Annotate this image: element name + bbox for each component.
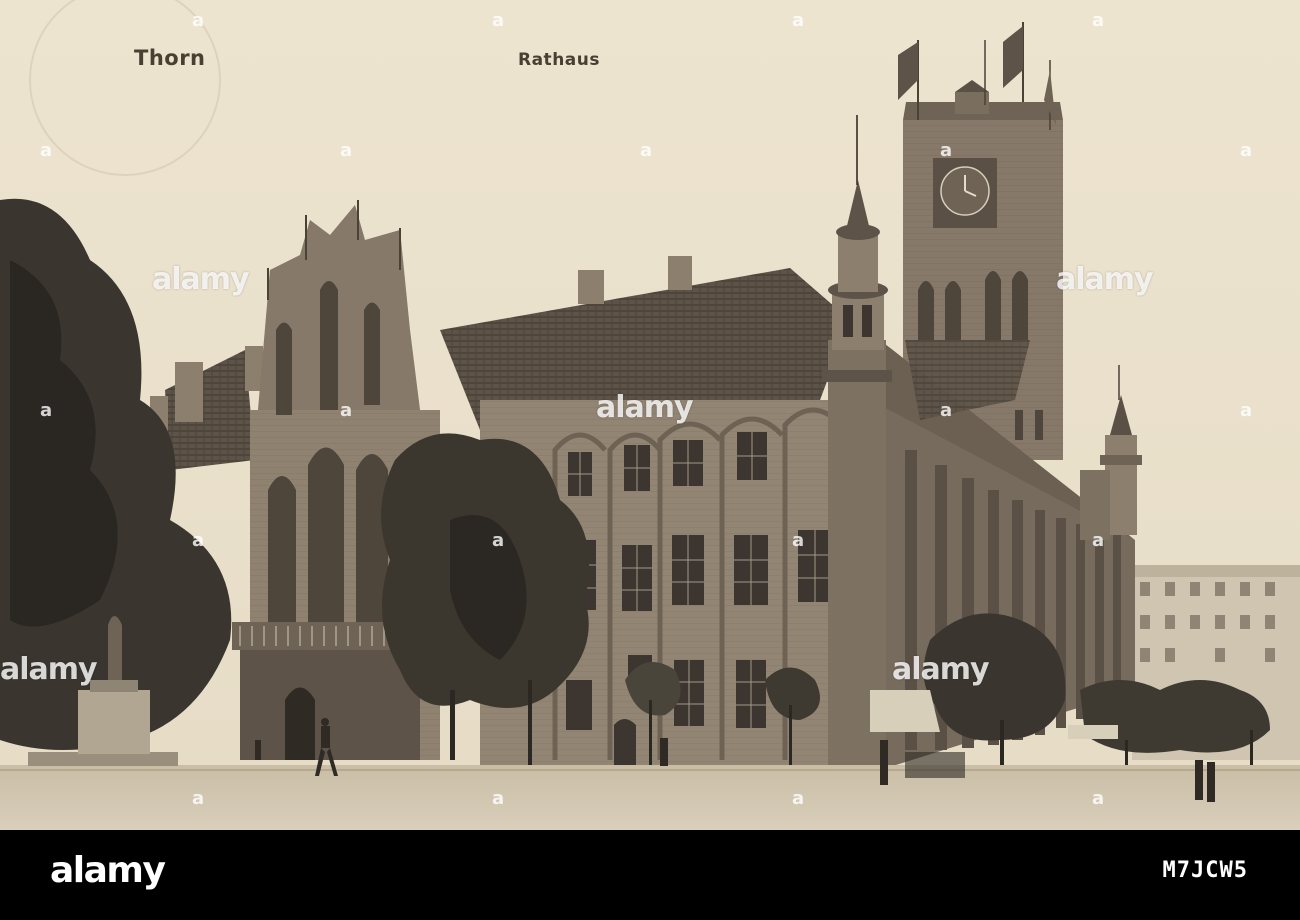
caption-subject: Rathaus	[518, 50, 600, 70]
watermark: alamy	[892, 652, 990, 687]
watermark-marker: a	[492, 10, 505, 31]
watermark-marker: a	[340, 400, 353, 421]
watermark-marker: a	[1092, 10, 1105, 31]
watermark-marker: a	[940, 140, 953, 161]
watermark-marker: a	[492, 530, 505, 551]
watermark-marker: a	[40, 400, 53, 421]
watermark: alamy	[596, 390, 694, 425]
alamy-logo[interactable]: alamy	[50, 850, 166, 891]
chimney	[668, 256, 692, 290]
watermark: alamy	[0, 652, 98, 687]
watermark-marker: a	[192, 788, 205, 809]
watermark-marker: a	[640, 140, 653, 161]
watermark-marker: a	[1240, 400, 1253, 421]
watermark-marker: a	[192, 10, 205, 31]
image-code: M7JCW5	[1162, 858, 1248, 883]
watermark-marker: a	[940, 400, 953, 421]
watermark-marker: a	[1240, 140, 1253, 161]
watermark-marker: a	[340, 140, 353, 161]
watermark-marker: a	[492, 788, 505, 809]
market-awning	[870, 690, 940, 732]
watermark-marker: a	[792, 788, 805, 809]
chimney	[578, 270, 604, 304]
caption-city: Thorn	[134, 46, 206, 70]
watermark-marker: a	[1092, 530, 1105, 551]
watermark: alamy	[1056, 262, 1154, 297]
watermark-marker: a	[792, 10, 805, 31]
postcard-photo: Thorn Rathaus alamy alamy alamy alamy al…	[0, 0, 1300, 830]
watermark-marker: a	[792, 530, 805, 551]
watermark-marker: a	[192, 530, 205, 551]
watermark: alamy	[152, 262, 250, 297]
watermark-marker: a	[40, 140, 53, 161]
stock-footer-bar: alamy M7JCW5	[0, 830, 1300, 920]
watermark-marker: a	[1092, 788, 1105, 809]
